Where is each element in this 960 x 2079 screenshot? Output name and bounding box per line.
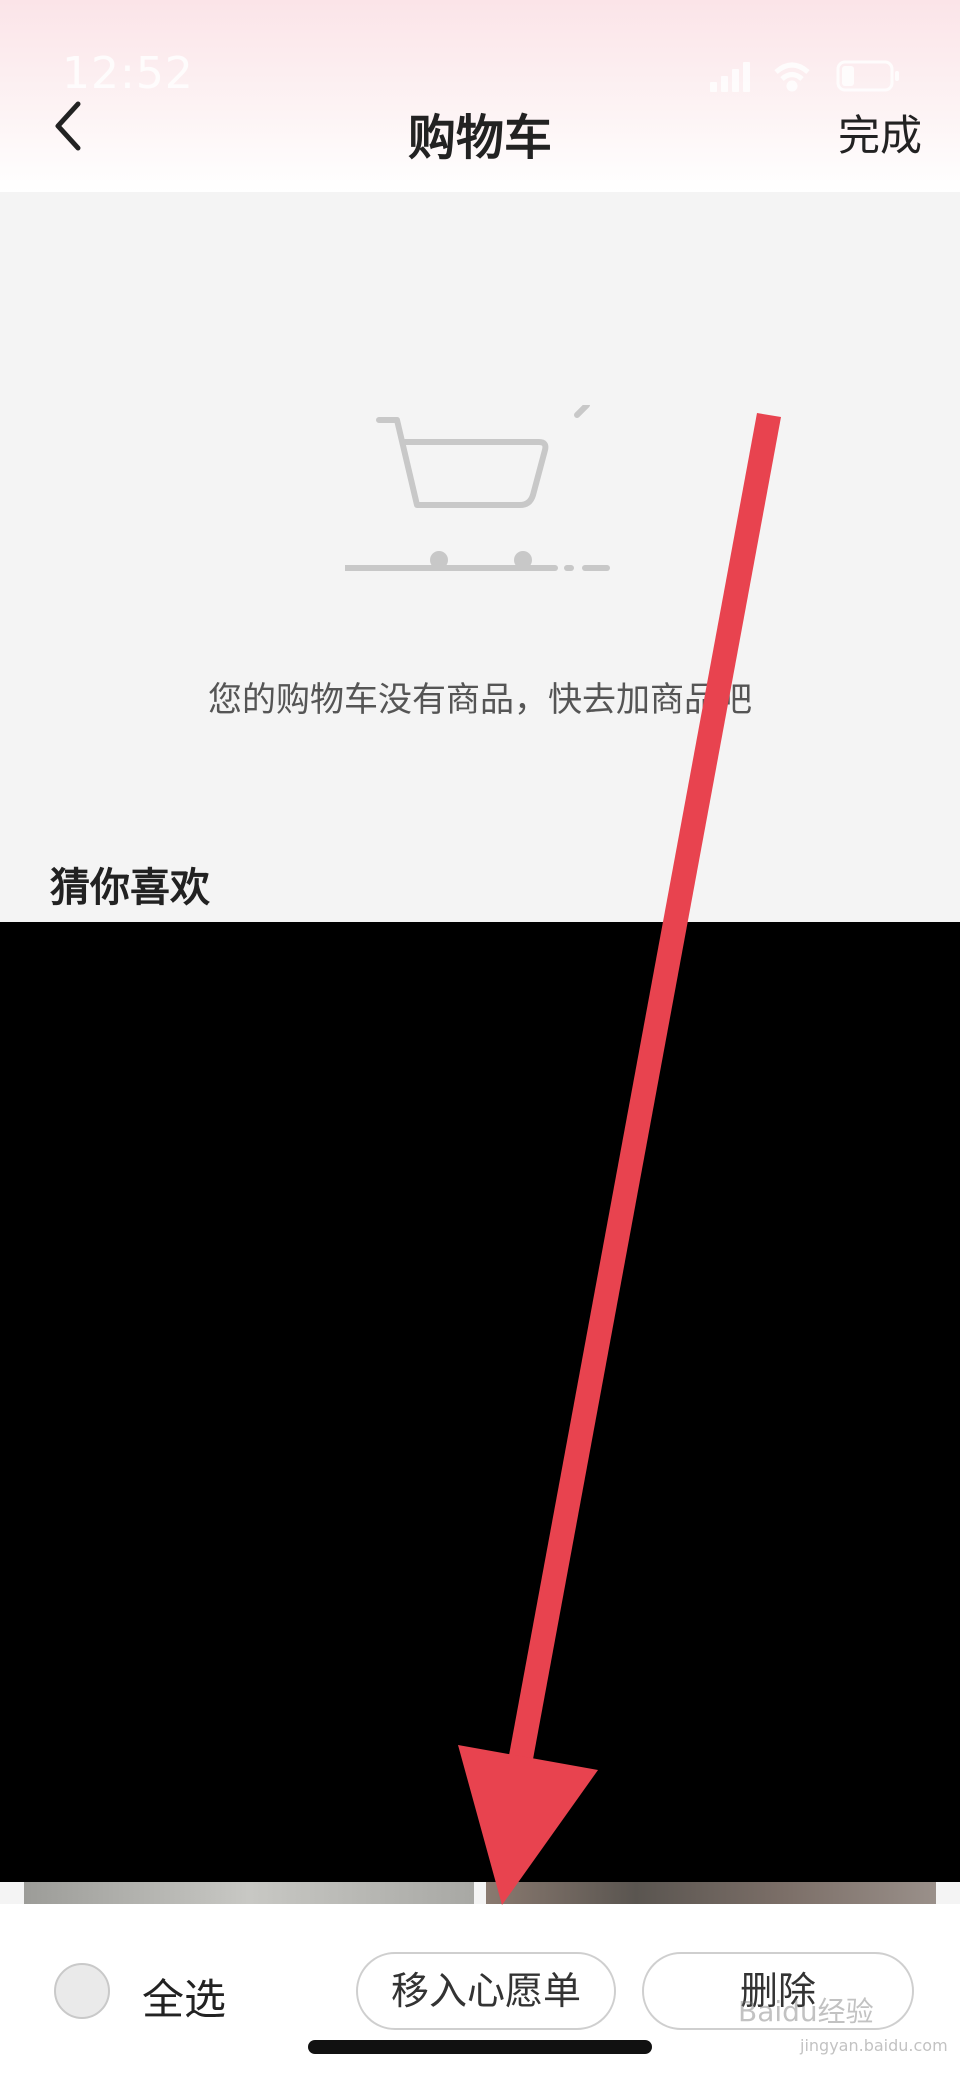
product-thumbnail[interactable] (486, 1882, 936, 1904)
move-to-wishlist-button[interactable]: 移入心愿单 (356, 1952, 616, 2030)
wifi-icon (774, 62, 810, 92)
home-indicator (308, 2040, 652, 2054)
watermark-logo: Baidu经验 (738, 1995, 874, 2028)
select-all-radio[interactable] (54, 1963, 110, 2019)
battery-icon (836, 60, 899, 92)
watermark-url: jingyan.baidu.com (800, 2036, 948, 2055)
signal-icon (710, 62, 750, 92)
recommend-content-area (0, 922, 960, 1882)
shopping-cart-icon (345, 405, 610, 571)
select-all-label[interactable]: 全选 (142, 1966, 226, 2027)
page-title: 购物车 (407, 110, 552, 166)
empty-cart-message: 您的购物车没有商品，快去加商品吧 (208, 680, 752, 720)
status-icons (710, 60, 899, 92)
header: 12:52 购物车 完成 (0, 0, 960, 192)
recommend-title: 猜你喜欢 (50, 865, 210, 911)
status-time: 12:52 (62, 48, 194, 99)
product-thumbnail[interactable] (24, 1882, 474, 1904)
done-button[interactable]: 完成 (838, 102, 922, 163)
